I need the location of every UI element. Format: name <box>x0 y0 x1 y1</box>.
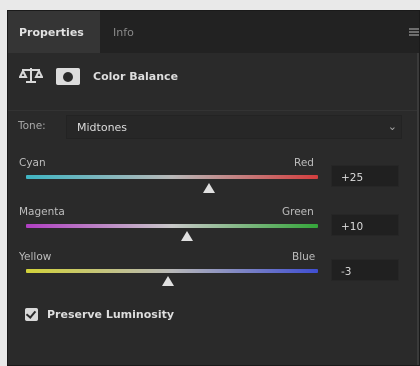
magenta-green-slider-track[interactable] <box>26 224 318 228</box>
slider-label-red: Red <box>294 157 314 169</box>
yellow-blue-slider-thumb[interactable] <box>161 276 174 286</box>
yellow-blue-input[interactable] <box>332 262 398 282</box>
chevron-down-icon: ⌄ <box>387 120 397 133</box>
magenta-green-slider-thumb[interactable] <box>180 231 193 241</box>
slider-label-magenta: Magenta <box>19 206 65 218</box>
adjustment-title: Color Balance <box>93 70 179 83</box>
preserve-luminosity-label: Preserve Luminosity <box>47 308 175 321</box>
divider <box>8 110 419 111</box>
panel-tab-bar: Properties Info <box>8 11 419 53</box>
magenta-green-value-field[interactable] <box>331 214 399 237</box>
slider-label-yellow: Yellow <box>19 251 52 263</box>
cyan-red-slider-track[interactable] <box>26 175 318 179</box>
magenta-green-input[interactable] <box>332 217 398 237</box>
tab-properties[interactable]: Properties <box>8 11 100 53</box>
tone-dropdown[interactable]: Midtones ⌄ <box>66 115 402 139</box>
slider-label-blue: Blue <box>292 251 316 263</box>
cyan-red-input[interactable] <box>332 168 398 188</box>
panel-right-edge <box>417 53 419 365</box>
tone-selected-value: Midtones <box>77 121 128 134</box>
balance-scale-icon <box>19 68 43 83</box>
tab-info[interactable]: Info <box>113 11 134 53</box>
panel-menu-icon[interactable] <box>409 28 419 36</box>
slider-label-green: Green <box>282 206 314 218</box>
layer-mask-icon[interactable] <box>56 68 80 85</box>
properties-panel: Properties Info Color Balance Tone: Midt… <box>7 10 420 366</box>
yellow-blue-slider-track[interactable] <box>26 269 318 273</box>
preserve-luminosity-checkbox[interactable] <box>25 308 38 321</box>
slider-label-cyan: Cyan <box>19 157 46 169</box>
cyan-red-slider-thumb[interactable] <box>202 183 215 193</box>
yellow-blue-value-field[interactable] <box>331 259 399 282</box>
cyan-red-value-field[interactable] <box>331 165 399 188</box>
tone-label: Tone: <box>18 120 46 132</box>
adjustment-header: Color Balance <box>8 59 419 89</box>
